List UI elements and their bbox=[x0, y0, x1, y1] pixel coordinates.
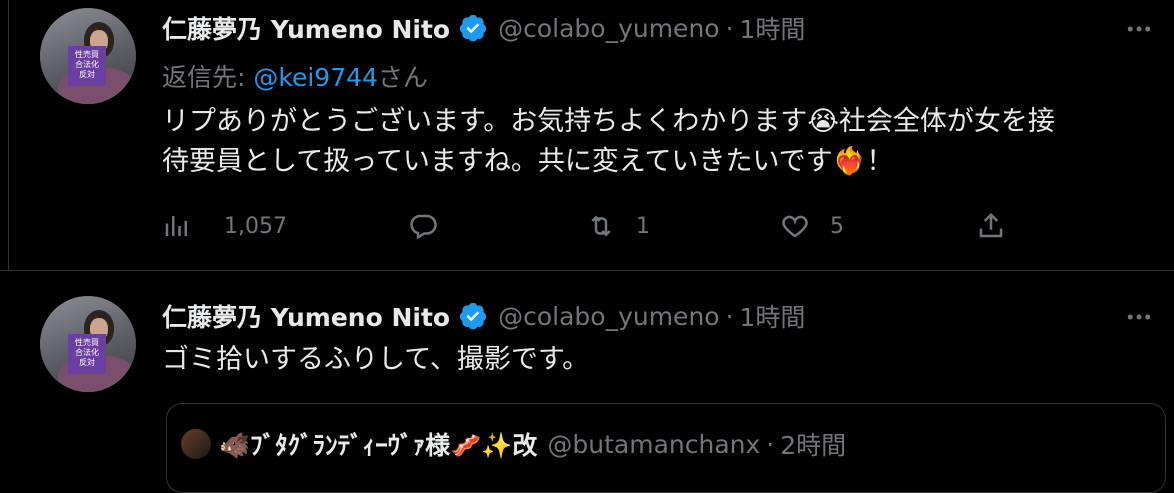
avatar[interactable]: 性売買 合法化 反対 bbox=[40, 8, 136, 104]
avatar-sign-text: 性売買 合法化 反対 bbox=[68, 334, 106, 374]
tweet-text: ゴミ拾いするふりして、撮影です。 bbox=[162, 344, 590, 375]
like-icon bbox=[782, 215, 808, 238]
separator-dot: · bbox=[725, 13, 734, 43]
tweet-header: 仁藤夢乃 Yumeno Nito @colabo_yumeno · 1時間 bbox=[162, 10, 805, 46]
quoted-tweet-header: 🐗ﾌﾞﾀｸﾞﾗﾝﾃﾞｨｰｳﾞｧ様🥓✨改 @butamanchanx · 2時間 bbox=[181, 426, 846, 462]
verified-icon bbox=[459, 302, 487, 330]
quoted-avatar[interactable] bbox=[181, 429, 211, 459]
tweet-time[interactable]: 1時間 bbox=[740, 298, 806, 334]
like-button[interactable]: 5 bbox=[780, 206, 844, 246]
views-icon bbox=[165, 216, 187, 236]
crying-emoji-icon: 😭 bbox=[807, 106, 839, 137]
more-icon[interactable] bbox=[1124, 14, 1154, 44]
quoted-author-name[interactable]: 🐗ﾌﾞﾀｸﾞﾗﾝﾃﾞｨｰｳﾞｧ様🥓✨改 bbox=[219, 426, 537, 462]
author-name[interactable]: 仁藤夢乃 Yumeno Nito bbox=[162, 10, 450, 46]
tweet-actions: 1,057 1 5 bbox=[162, 206, 1022, 246]
retweet-count: 1 bbox=[636, 213, 650, 239]
quoted-tweet-time[interactable]: 2時間 bbox=[780, 426, 846, 462]
views-count: 1,057 bbox=[224, 213, 287, 239]
more-icon[interactable] bbox=[1124, 302, 1154, 332]
separator-dot: · bbox=[725, 301, 734, 331]
reply-mention-link[interactable]: @kei9744 bbox=[253, 63, 378, 92]
reply-button[interactable] bbox=[408, 206, 438, 246]
author-handle[interactable]: @colabo_yumeno bbox=[498, 14, 719, 43]
author-handle[interactable]: @colabo_yumeno bbox=[498, 302, 719, 331]
tweet-text-line2a: 待要員として扱っていますね。共に変えていきたいです bbox=[162, 146, 833, 177]
separator-dot: · bbox=[766, 429, 775, 459]
quoted-tweet[interactable]: 🐗ﾌﾞﾀｸﾞﾗﾝﾃﾞｨｰｳﾞｧ様🥓✨改 @butamanchanx · 2時間 bbox=[166, 403, 1166, 493]
tweet-text: リプありがとうございます。お気持ちよくわかります😭社会全体が女を接 待要員として… bbox=[162, 102, 1162, 182]
tweet-time[interactable]: 1時間 bbox=[740, 10, 806, 46]
reply-to-prefix: 返信先: bbox=[162, 63, 254, 92]
share-icon bbox=[979, 212, 1003, 238]
retweet-icon bbox=[591, 215, 611, 237]
avatar-sign-text: 性売買 合法化 反対 bbox=[68, 46, 106, 86]
retweet-button[interactable]: 1 bbox=[586, 206, 650, 246]
share-button[interactable] bbox=[976, 206, 1006, 246]
tweet-header: 仁藤夢乃 Yumeno Nito @colabo_yumeno · 1時間 bbox=[162, 298, 805, 334]
reply-to-suffix: さん bbox=[377, 63, 428, 92]
avatar[interactable]: 性売買 合法化 反対 bbox=[40, 296, 136, 392]
verified-icon bbox=[459, 14, 487, 42]
like-count: 5 bbox=[830, 213, 844, 239]
views-button[interactable]: 1,057 bbox=[162, 206, 287, 246]
author-name[interactable]: 仁藤夢乃 Yumeno Nito bbox=[162, 298, 450, 334]
quoted-author-handle[interactable]: @butamanchanx bbox=[547, 430, 760, 459]
tweet-text-line2b: ！ bbox=[866, 146, 894, 177]
heart-on-fire-emoji-icon: ❤️‍🔥 bbox=[832, 146, 867, 177]
tweet-text-line1b: 社会全体が女を接 bbox=[838, 106, 1055, 137]
tweet-1[interactable]: 性売買 合法化 反対 仁藤夢乃 Yumeno Nito @colabo_yume… bbox=[0, 0, 1174, 271]
reply-to-line: 返信先: @kei9744さん bbox=[162, 58, 428, 94]
tweet-text-line1a: リプありがとうございます。お気持ちよくわかります bbox=[162, 106, 808, 137]
reply-icon bbox=[410, 214, 437, 240]
